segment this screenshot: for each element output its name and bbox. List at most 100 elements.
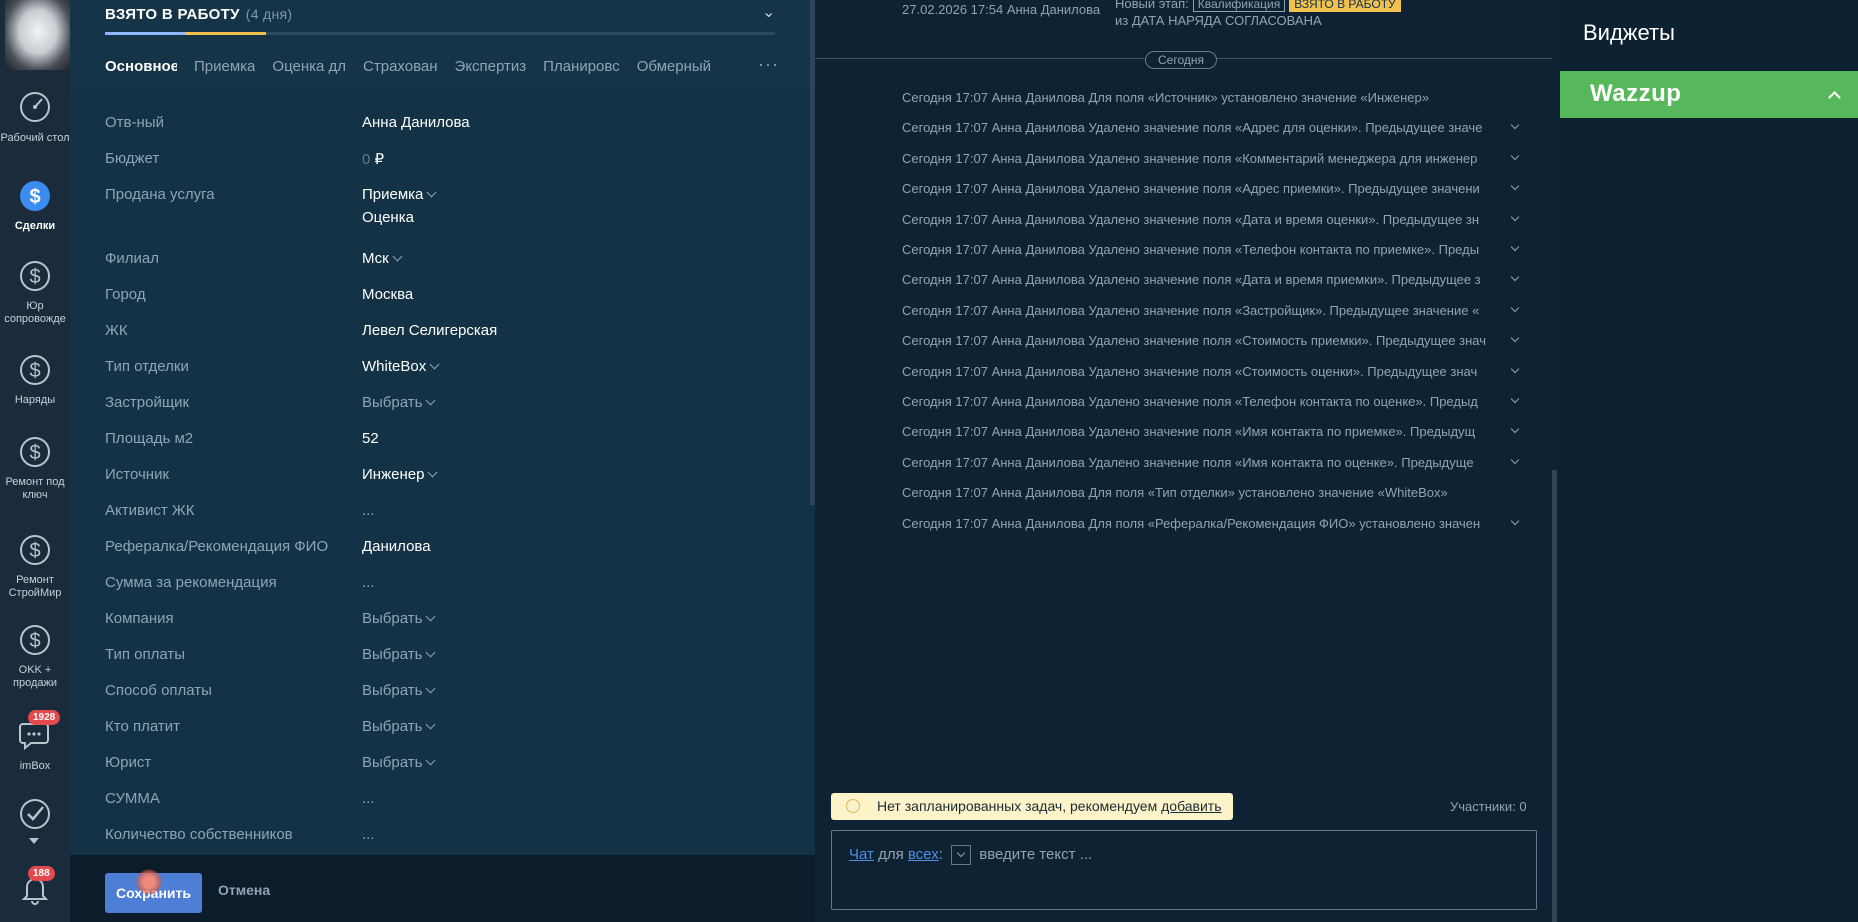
chevron-up-icon[interactable] (1828, 91, 1841, 104)
field-row: Юрист Выбрать (105, 754, 745, 778)
expand-chevron-icon[interactable] (1510, 364, 1520, 373)
field-value[interactable]: ... (362, 502, 375, 519)
field-label: Источник (105, 466, 170, 483)
lead-footer: Сохранить Отмена (70, 855, 815, 922)
tab-1[interactable]: Приемка (194, 58, 255, 75)
nav-item-3[interactable]: $ Наряды (0, 350, 70, 407)
field-value[interactable]: Данилова (362, 538, 431, 555)
field-value[interactable]: Выбрать (362, 682, 436, 699)
feed-row[interactable]: Сегодня 17:07 Анна Данилова Удалено знач… (902, 272, 1522, 292)
expand-chevron-icon[interactable] (1510, 242, 1520, 252)
feed-row[interactable]: Сегодня 17:07 Анна Данилова Удалено знач… (902, 424, 1522, 444)
chat-target-dropdown[interactable] (951, 845, 972, 865)
nav-item-0[interactable]: Рабочий стол (0, 88, 70, 145)
nav-item-label: imBox (19, 760, 51, 772)
chevron-down-icon (425, 683, 436, 694)
expand-chevron-icon[interactable] (1510, 303, 1520, 313)
dollar-icon: $ (20, 261, 50, 291)
field-value[interactable]: Москва (362, 286, 413, 303)
expand-chevron-icon[interactable] (1510, 425, 1520, 434)
field-label: Количество собственников (105, 826, 293, 843)
field-value[interactable]: ... (362, 826, 375, 843)
field-value[interactable]: Приемка Оценка (362, 186, 437, 226)
nav-item-1[interactable]: $ Сделки (0, 176, 70, 233)
more-tabs-icon[interactable]: ··· (758, 54, 779, 75)
field-value[interactable]: Левел Селигерская (362, 322, 497, 339)
feed-row[interactable]: Сегодня 17:07 Анна Данилова Удалено знач… (902, 303, 1522, 323)
field-value[interactable]: ... (362, 574, 375, 591)
nav-item-9[interactable]: 188 (0, 866, 70, 914)
wazzup-widget[interactable]: Wazzup (1560, 71, 1858, 118)
expand-chevron-icon[interactable] (1510, 273, 1520, 282)
checkmark-icon (20, 799, 50, 829)
field-row: Продана услуга Приемка Оценка (105, 186, 745, 226)
nav-item-5[interactable]: $ Ремонт СтройМир (0, 530, 70, 600)
tab-2[interactable]: Оценка дл (272, 58, 346, 75)
dashboard-icon (20, 92, 50, 122)
expand-chevron-icon[interactable] (1510, 333, 1520, 343)
chevron-down-icon[interactable]: ⌄ (762, 2, 775, 22)
tab-3[interactable]: Страхован (363, 58, 438, 75)
nav-item-4[interactable]: $ Ремонт под ключ (0, 432, 70, 502)
feed-row-text: Сегодня 17:07 Анна Данилова Удалено знач… (902, 454, 1474, 470)
cancel-button[interactable]: Отмена (218, 882, 270, 898)
nav-item-label: Сделки (14, 220, 56, 232)
chat-mode-link[interactable]: Чат (849, 846, 874, 863)
participants-count[interactable]: Участники: 0 (1450, 799, 1527, 814)
feed-row[interactable]: Сегодня 17:07 Анна Данилова Удалено знач… (902, 120, 1522, 140)
feed-row[interactable]: Сегодня 17:07 Анна Данилова Удалено знач… (902, 333, 1522, 353)
expand-chevron-icon[interactable] (1510, 151, 1520, 161)
nav-item-6[interactable]: $ OKK + продажи (0, 620, 70, 690)
feed-row[interactable]: Сегодня 17:07 Анна Данилова Удалено знач… (902, 181, 1522, 201)
expand-chevron-icon[interactable] (1510, 394, 1520, 404)
expand-chevron-icon[interactable] (1510, 181, 1520, 191)
expand-chevron-icon[interactable] (1510, 516, 1520, 525)
field-row: Бюджет 0 ₽ (105, 150, 745, 174)
nav-item-2[interactable]: $ Юр сопровожде (0, 256, 70, 326)
user-avatar[interactable] (5, 0, 71, 70)
field-label: Сумма за рекомендация (105, 574, 277, 591)
field-value[interactable]: Выбрать (362, 718, 436, 735)
field-label: Отв-ный (105, 114, 164, 131)
tab-5[interactable]: Планировс (543, 58, 620, 75)
lead-card: ВЗЯТО В РАБОТУ (4 дня) ⌄ Основное Приемка О… (70, 0, 815, 922)
field-value[interactable]: 0 ₽ (362, 150, 384, 168)
feed-row-text: Сегодня 17:07 Анна Данилова Удалено знач… (902, 424, 1476, 440)
field-value[interactable]: WhiteBox (362, 358, 440, 375)
feed-row[interactable]: Сегодня 17:07 Анна Данилова Удалено знач… (902, 394, 1522, 414)
add-task-link[interactable]: добавить (1161, 798, 1221, 814)
feed-row[interactable]: Сегодня 17:07 Анна Данилова Для поля «Ре… (902, 516, 1522, 536)
field-value[interactable]: ... (362, 790, 375, 807)
chat-composer[interactable]: Чат для всех: введите текст ... (831, 830, 1537, 910)
status-title[interactable]: ВЗЯТО В РАБОТУ (4 дня) (105, 6, 292, 23)
field-value[interactable]: Анна Данилова (362, 114, 470, 131)
field-value[interactable]: Мск (362, 250, 403, 267)
nav-item-8[interactable] (0, 795, 70, 839)
feed-row[interactable]: Сегодня 17:07 Анна Данилова Удалено знач… (902, 455, 1522, 475)
field-value[interactable]: 52 (362, 430, 379, 447)
tab-6[interactable]: Обмерный (637, 58, 711, 75)
feed-row: Сегодня 17:07 Анна Данилова Для поля «Ти… (902, 485, 1522, 505)
budget-amount[interactable]: 0 (362, 151, 370, 168)
nav-item-7[interactable]: imBox 1928 (0, 710, 70, 773)
expand-chevron-icon[interactable] (1510, 455, 1520, 465)
tab-0[interactable]: Основное (105, 58, 177, 75)
expand-chevron-icon[interactable] (1510, 212, 1520, 221)
feed-row[interactable]: Сегодня 17:07 Анна Данилова Удалено знач… (902, 364, 1522, 384)
expand-chevron-icon[interactable] (1510, 121, 1520, 130)
chat-input[interactable]: введите текст ... (979, 846, 1092, 863)
field-value[interactable]: Выбрать (362, 394, 436, 411)
chat-colon: : (938, 845, 943, 863)
field-value[interactable]: Выбрать (362, 754, 436, 771)
field-value-text: Приемка (362, 186, 424, 203)
field-value-text: Выбрать (362, 718, 423, 735)
tab-4[interactable]: Экспертиз (455, 58, 527, 75)
chat-target-link[interactable]: всех (908, 846, 939, 863)
feed-row[interactable]: Сегодня 17:07 Анна Данилова Удалено знач… (902, 212, 1522, 232)
nav-scroll-down-icon[interactable] (29, 838, 39, 844)
field-value[interactable]: Выбрать (362, 646, 436, 663)
field-value[interactable]: Выбрать (362, 610, 436, 627)
field-value[interactable]: Инженер (362, 466, 438, 483)
feed-row[interactable]: Сегодня 17:07 Анна Данилова Удалено знач… (902, 242, 1522, 262)
feed-row[interactable]: Сегодня 17:07 Анна Данилова Удалено знач… (902, 151, 1522, 171)
